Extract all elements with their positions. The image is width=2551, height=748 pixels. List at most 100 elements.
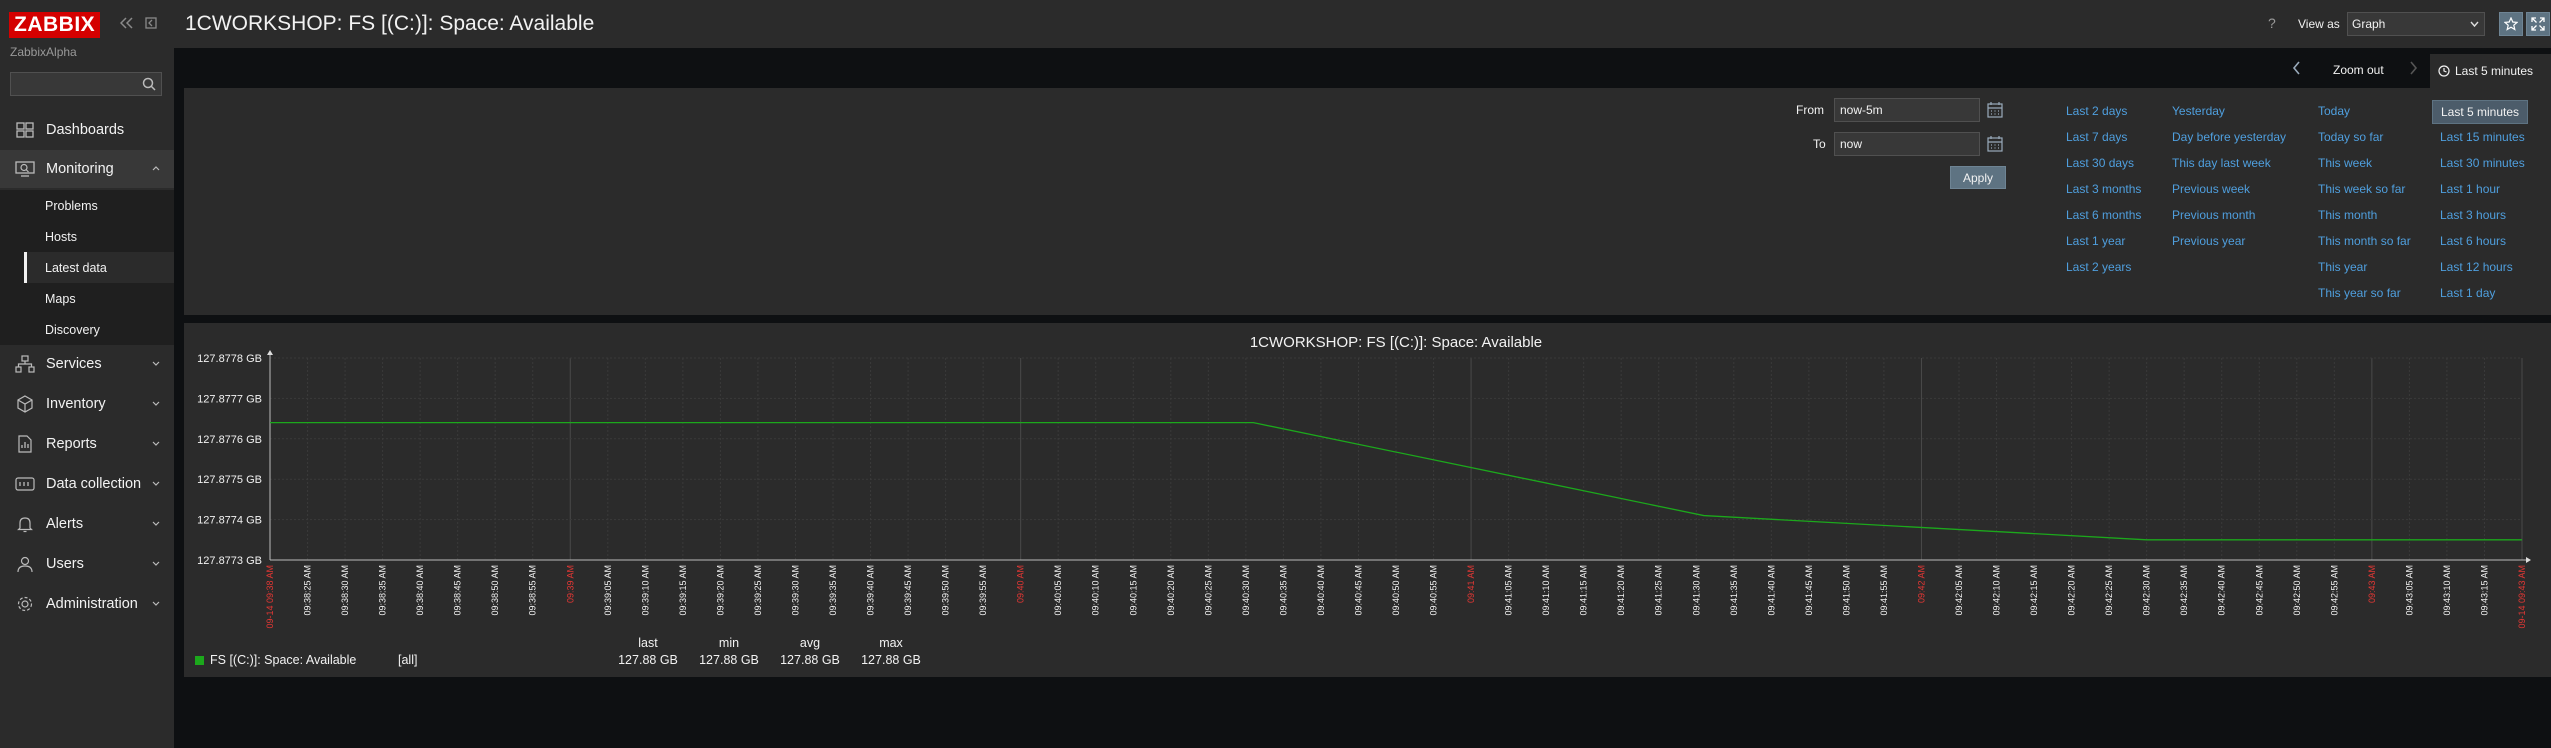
- chevron-right-icon[interactable]: [2408, 60, 2418, 76]
- search-icon[interactable]: [141, 76, 157, 92]
- time-range-tab[interactable]: Last 5 minutes: [2430, 54, 2551, 88]
- quick-range-link[interactable]: Last 1 year: [2066, 234, 2125, 248]
- bell-icon: [14, 514, 36, 534]
- to-input[interactable]: now: [1834, 132, 1980, 156]
- quick-range-link[interactable]: Last 30 minutes: [2440, 156, 2525, 170]
- fullscreen-button[interactable]: [2526, 12, 2550, 36]
- x-tick-label: 09:41:25 AM: [1654, 565, 1664, 616]
- quick-range-link[interactable]: Last 15 minutes: [2440, 130, 2525, 144]
- menu-users[interactable]: Users: [0, 545, 174, 583]
- x-tick-label: 09:41:10 AM: [1541, 565, 1551, 616]
- y-axis-arrow: [267, 350, 273, 355]
- quick-range-link[interactable]: Last 6 hours: [2440, 234, 2506, 248]
- x-tick-label: 09-14 09:38 AM: [265, 565, 275, 629]
- x-tick-label: 09:41:20 AM: [1616, 565, 1626, 616]
- submenu-maps[interactable]: Maps: [24, 283, 174, 314]
- menu-services[interactable]: Services: [0, 345, 174, 383]
- chevron-left-icon[interactable]: [2292, 60, 2302, 76]
- quick-range-link[interactable]: This week so far: [2318, 182, 2405, 196]
- x-tick-label: 09:40:55 AM: [1429, 565, 1439, 616]
- line-chart: 1CWORKSHOP: FS [(C:)]: Space: Available 1…: [197, 334, 2531, 629]
- x-tick-label: 09:39 AM: [565, 565, 575, 603]
- zoom-out-button[interactable]: Zoom out: [2333, 63, 2384, 77]
- sidebar-search-input[interactable]: [10, 72, 162, 96]
- quick-range-link[interactable]: This week: [2318, 156, 2372, 170]
- quick-range-link[interactable]: Day before yesterday: [2172, 130, 2286, 144]
- quick-range-link[interactable]: Last 3 hours: [2440, 208, 2506, 222]
- menu-label: Alerts: [46, 516, 84, 532]
- x-tick-label: 09:42:45 AM: [2254, 565, 2264, 616]
- menu-administration[interactable]: Administration: [0, 585, 174, 623]
- hide-sidebar-icon[interactable]: [141, 16, 161, 32]
- quick-range-link[interactable]: Previous month: [2172, 208, 2255, 222]
- from-input[interactable]: now-5m: [1834, 98, 1980, 122]
- menu-monitoring[interactable]: Monitoring: [0, 150, 174, 188]
- submenu-problems[interactable]: Problems: [24, 190, 174, 221]
- quick-range-link[interactable]: Last 12 hours: [2440, 260, 2513, 274]
- quick-range-link[interactable]: Yesterday: [2172, 104, 2225, 118]
- x-tick-label: 09:39:20 AM: [715, 565, 725, 616]
- apply-button[interactable]: Apply: [1950, 166, 2006, 189]
- quick-range-link[interactable]: Last 5 minutes: [2432, 100, 2529, 124]
- quick-range-link[interactable]: Today so far: [2318, 130, 2383, 144]
- quick-range-link[interactable]: This month so far: [2318, 234, 2411, 248]
- quick-range-link[interactable]: Last 1 day: [2440, 286, 2495, 300]
- time-range-tab-label: Last 5 minutes: [2455, 64, 2534, 78]
- calendar-icon[interactable]: [1986, 101, 2004, 119]
- quick-range-link[interactable]: This year: [2318, 260, 2367, 274]
- legend-value-last: 127.88 GB: [618, 653, 678, 667]
- help-icon[interactable]: ?: [2268, 15, 2276, 31]
- quick-range-link[interactable]: Last 3 months: [2066, 182, 2141, 196]
- x-tick-label: 09:42:15 AM: [2029, 565, 2039, 616]
- menu-reports[interactable]: Reports: [0, 425, 174, 463]
- x-tick-label: 09:38:55 AM: [528, 565, 538, 616]
- view-as-select[interactable]: Graph: [2347, 12, 2485, 36]
- quick-range-link[interactable]: This month: [2318, 208, 2377, 222]
- x-tick-label: 09:39:05 AM: [603, 565, 613, 616]
- x-tick-label: 09:41:40 AM: [1766, 565, 1776, 616]
- x-tick-label: 09:42:50 AM: [2292, 565, 2302, 616]
- quick-range-link[interactable]: Previous week: [2172, 182, 2250, 196]
- chevron-down-icon: [152, 601, 160, 606]
- menu-inventory[interactable]: Inventory: [0, 385, 174, 423]
- submenu-discovery[interactable]: Discovery: [24, 314, 174, 345]
- quick-range-link[interactable]: Last 1 hour: [2440, 182, 2500, 196]
- zabbix-logo[interactable]: ZABBIX: [9, 12, 101, 38]
- quick-range-link[interactable]: This day last week: [2172, 156, 2271, 170]
- sidebar-controls: [117, 16, 161, 32]
- calendar-icon[interactable]: [1986, 135, 2004, 153]
- x-tick-label: 09:39:15 AM: [678, 565, 688, 616]
- menu-dashboards[interactable]: Dashboards: [0, 111, 174, 149]
- quick-range-link[interactable]: Last 7 days: [2066, 130, 2127, 144]
- menu-alerts[interactable]: Alerts: [0, 505, 174, 543]
- quick-range-link[interactable]: Last 2 years: [2066, 260, 2131, 274]
- submenu-latest-data[interactable]: Latest data: [24, 252, 174, 283]
- gear-icon: [14, 594, 36, 614]
- x-tick-label: 09:42:10 AM: [1992, 565, 2002, 616]
- legend-header-min: min: [718, 636, 740, 650]
- x-tick-label: 09:42:25 AM: [2104, 565, 2114, 616]
- quick-range-link[interactable]: Today: [2318, 104, 2350, 118]
- x-tick-label: 09:39:25 AM: [753, 565, 763, 616]
- quick-range-link[interactable]: Last 30 days: [2066, 156, 2134, 170]
- x-tick-label: 09:40:05 AM: [1053, 565, 1063, 616]
- dropdown-arrow-icon: [2470, 21, 2479, 28]
- legend-header-last: last: [638, 636, 658, 650]
- quick-range-link[interactable]: Last 2 days: [2066, 104, 2127, 118]
- add-to-favorites-button[interactable]: [2499, 12, 2523, 36]
- quick-range-link[interactable]: This year so far: [2318, 286, 2401, 300]
- submenu-hosts[interactable]: Hosts: [24, 221, 174, 252]
- x-tick-label: 09:42 AM: [1916, 565, 1926, 603]
- legend-value-avg: 127.88 GB: [780, 653, 840, 667]
- quick-range-link[interactable]: Last 6 months: [2066, 208, 2141, 222]
- x-tick-label: 09:40:30 AM: [1241, 565, 1251, 616]
- graph-panel: 1CWORKSHOP: FS [(C:)]: Space: Available 1…: [184, 323, 2551, 677]
- fullscreen-icon: [2531, 17, 2545, 31]
- x-tick-label: 09:39:35 AM: [828, 565, 838, 616]
- time-filter-tabs: Zoom out Last 5 minutes: [174, 48, 2551, 88]
- quick-range-link[interactable]: Previous year: [2172, 234, 2245, 248]
- x-tick-label: 09:41:50 AM: [1841, 565, 1851, 616]
- menu-data-collection[interactable]: Data collection: [0, 465, 174, 503]
- collapse-sidebar-icon[interactable]: [117, 16, 137, 32]
- page-header: 1CWORKSHOP: FS [(C:)]: Space: Available …: [174, 0, 2551, 48]
